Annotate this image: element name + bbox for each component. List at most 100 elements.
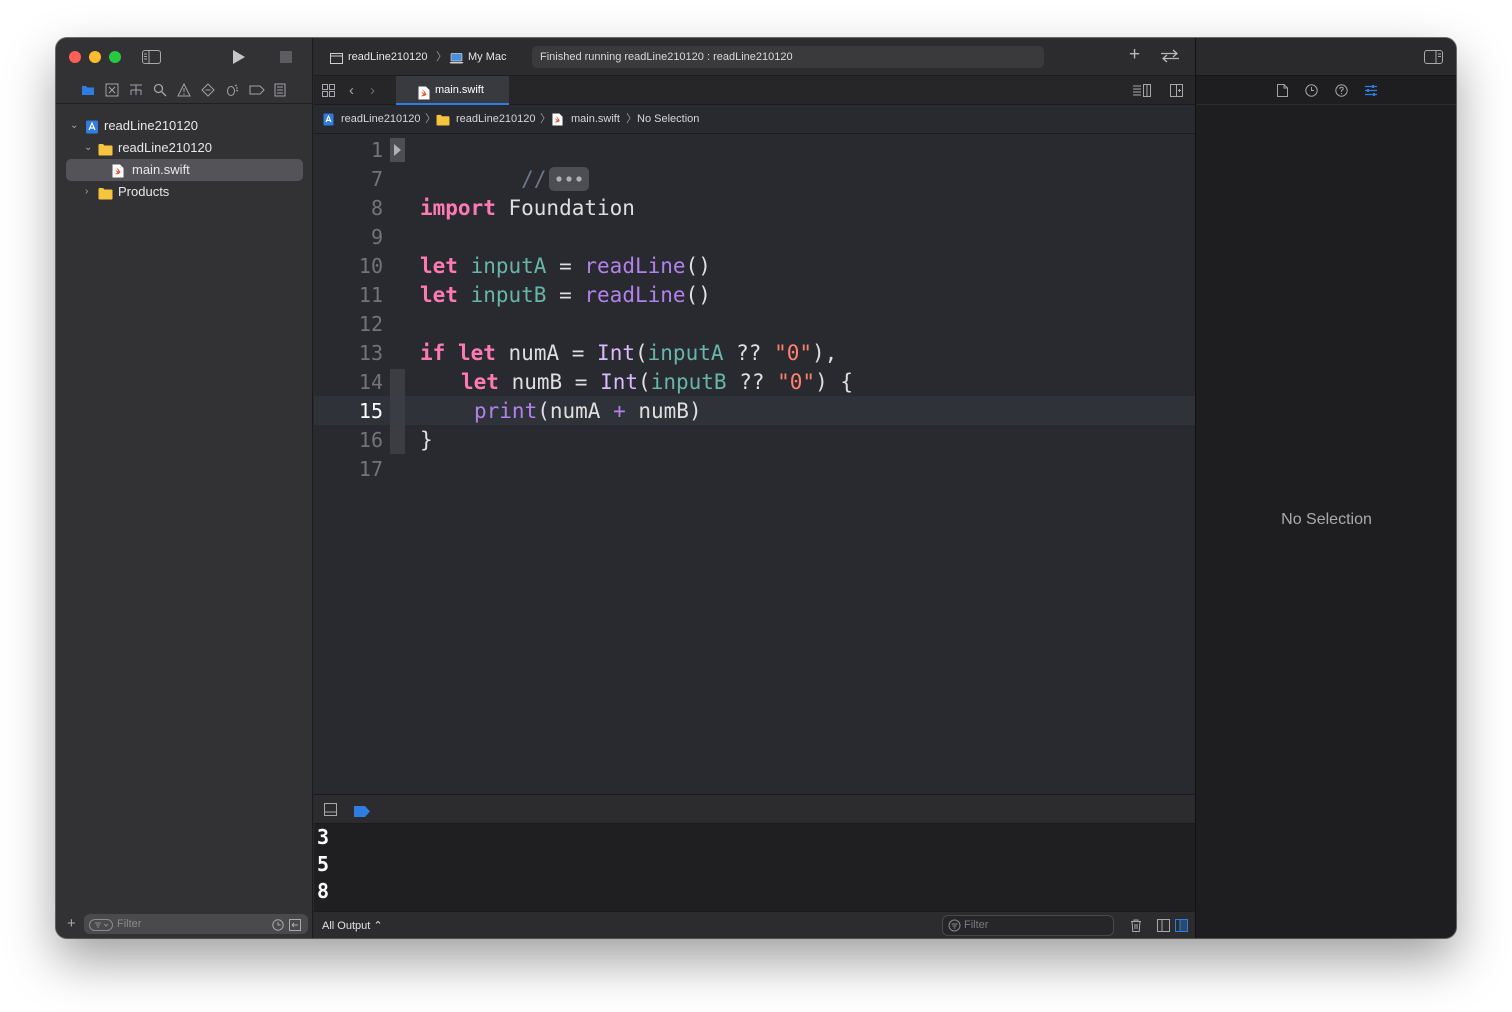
- console-output-line: 3: [317, 825, 330, 849]
- code-text: Foundation: [495, 196, 635, 220]
- jump-bar-project[interactable]: readLine210120: [341, 113, 421, 126]
- function-name: readLine: [584, 254, 686, 278]
- line-number: 7: [370, 167, 383, 191]
- tree-item-label: main.swift: [132, 162, 190, 177]
- keyword: let: [420, 254, 458, 278]
- code-line-16: }: [420, 426, 433, 455]
- console-filter-field[interactable]: Filter: [942, 915, 1114, 936]
- editor-area: readLine210120 〉 My Mac Finished running…: [314, 38, 1195, 938]
- chevron-right-icon: 〉: [626, 113, 637, 125]
- variable-name: inputA: [470, 254, 547, 278]
- code-text: (numA: [537, 399, 614, 423]
- scheme-icon: [330, 51, 343, 69]
- keyword: let: [457, 341, 496, 365]
- trash-icon[interactable]: [1130, 919, 1142, 937]
- folded-code-ellipsis-icon[interactable]: [549, 167, 590, 191]
- chevron-right-icon: 〉: [425, 113, 436, 125]
- console-bottom-bar: All Output ⌃ Filter: [314, 911, 1195, 938]
- jump-bar-group[interactable]: readLine210120: [456, 113, 536, 126]
- activity-status: Finished running readLine210120 : readLi…: [532, 46, 1044, 68]
- inspector-toggle-icon[interactable]: [1424, 50, 1443, 69]
- tree-item-project[interactable]: ⌄ readLine210120: [66, 115, 303, 137]
- minimize-window-button[interactable]: [89, 51, 101, 63]
- hide-debug-area-icon[interactable]: [324, 803, 337, 821]
- symbol-navigator-icon[interactable]: [129, 83, 143, 97]
- stop-icon[interactable]: [280, 51, 292, 63]
- line-number: 13: [358, 341, 383, 365]
- code-folding-ribbon[interactable]: [390, 369, 405, 454]
- code-review-toggle-icon[interactable]: [1160, 49, 1180, 63]
- tab-main-swift[interactable]: main.swift: [396, 76, 509, 105]
- line-number: 9: [370, 225, 383, 249]
- history-inspector-icon[interactable]: [1305, 84, 1318, 102]
- disclosure-collapsed-icon[interactable]: ›: [85, 181, 95, 203]
- zoom-window-button[interactable]: [109, 51, 121, 63]
- show-console-view-icon[interactable]: [1175, 919, 1188, 937]
- add-editor-icon[interactable]: [1170, 84, 1183, 102]
- quick-help-inspector-icon[interactable]: [1335, 84, 1348, 102]
- code-line-8: import Foundation: [420, 194, 635, 223]
- punctuation: ) {: [815, 370, 853, 394]
- console-output[interactable]: 3 5 8: [314, 824, 1195, 911]
- report-navigator-icon[interactable]: [274, 83, 288, 97]
- debug-navigator-icon[interactable]: [225, 83, 239, 97]
- sidebar-toggle-icon[interactable]: [142, 50, 161, 64]
- punctuation: (): [685, 254, 711, 278]
- jump-bar-file[interactable]: main.swift: [571, 113, 620, 126]
- source-control-filter-icon[interactable]: [289, 918, 301, 938]
- disclosure-expanded-icon[interactable]: ⌄: [84, 137, 94, 159]
- jump-bar-symbol[interactable]: No Selection: [637, 113, 699, 126]
- tree-item-group[interactable]: ⌄ readLine210120: [66, 137, 303, 159]
- jump-bar: readLine210120 〉 readLine210120 〉 main.s…: [314, 105, 1195, 134]
- string-literal: "0": [777, 370, 816, 394]
- source-control-navigator-icon[interactable]: [105, 83, 119, 97]
- inspector-toolbar: [1196, 38, 1456, 76]
- back-icon[interactable]: ‹: [349, 82, 354, 99]
- punctuation: ),: [812, 341, 838, 365]
- file-inspector-icon[interactable]: [1277, 84, 1288, 102]
- forward-icon[interactable]: ›: [370, 82, 375, 99]
- add-icon[interactable]: +: [67, 916, 76, 931]
- variable-name: inputB: [470, 283, 547, 307]
- editor-options-icon[interactable]: [1132, 84, 1152, 102]
- run-destination-selector[interactable]: My Mac: [468, 50, 507, 64]
- window-toolbar-left: [56, 38, 313, 76]
- swift-file-icon: [552, 113, 563, 129]
- find-navigator-icon[interactable]: [153, 83, 167, 97]
- filter-options-icon[interactable]: [89, 918, 113, 938]
- related-items-grid-icon[interactable]: [322, 84, 335, 102]
- tree-item-products[interactable]: › Products: [66, 181, 303, 203]
- scheme-separator-icon: 〉: [436, 51, 447, 63]
- line-number: 12: [358, 312, 383, 336]
- attributes-inspector-icon[interactable]: [1364, 84, 1378, 102]
- swift-file-icon: [112, 163, 126, 178]
- library-add-icon[interactable]: +: [1129, 45, 1140, 64]
- output-filter-selector[interactable]: All Output ⌃: [322, 919, 383, 932]
- folder-icon: [98, 185, 113, 200]
- source-editor[interactable]: 1 7 8 9 10 11 12 13 14 15 16 17 // impor…: [314, 134, 1195, 794]
- punctuation: (: [638, 370, 651, 394]
- show-variables-view-icon[interactable]: [1157, 919, 1170, 937]
- code-line-13: if let numA = Int(inputA ?? "0"),: [420, 339, 837, 368]
- test-navigator-icon[interactable]: [201, 83, 215, 97]
- tree-item-main-swift[interactable]: main.swift: [66, 159, 303, 181]
- breakpoints-active-icon[interactable]: [354, 804, 370, 822]
- inspector-tab-bar: [1196, 76, 1456, 105]
- current-line-highlight: [314, 396, 1195, 425]
- recent-files-icon[interactable]: [272, 918, 284, 938]
- scheme-selector[interactable]: readLine210120: [348, 50, 428, 64]
- debug-bar: [314, 794, 1195, 824]
- xcode-window: ⌄ readLine210120 ⌄ readLine210120 main.s…: [56, 38, 1456, 938]
- tree-item-label: Products: [118, 184, 170, 199]
- disclosure-expanded-icon[interactable]: ⌄: [70, 115, 80, 137]
- fold-marker[interactable]: [390, 138, 405, 162]
- run-icon[interactable]: [232, 49, 246, 65]
- navigator-filter-field[interactable]: Filter: [84, 914, 308, 934]
- breakpoint-navigator-icon[interactable]: [249, 83, 265, 97]
- code-line-15: print(numA + numB): [474, 397, 702, 426]
- close-window-button[interactable]: [69, 51, 81, 63]
- tree-item-label: readLine210120: [104, 118, 198, 133]
- project-navigator-icon[interactable]: [81, 83, 95, 97]
- variable-name: inputA: [647, 341, 724, 365]
- issue-navigator-icon[interactable]: [177, 83, 191, 97]
